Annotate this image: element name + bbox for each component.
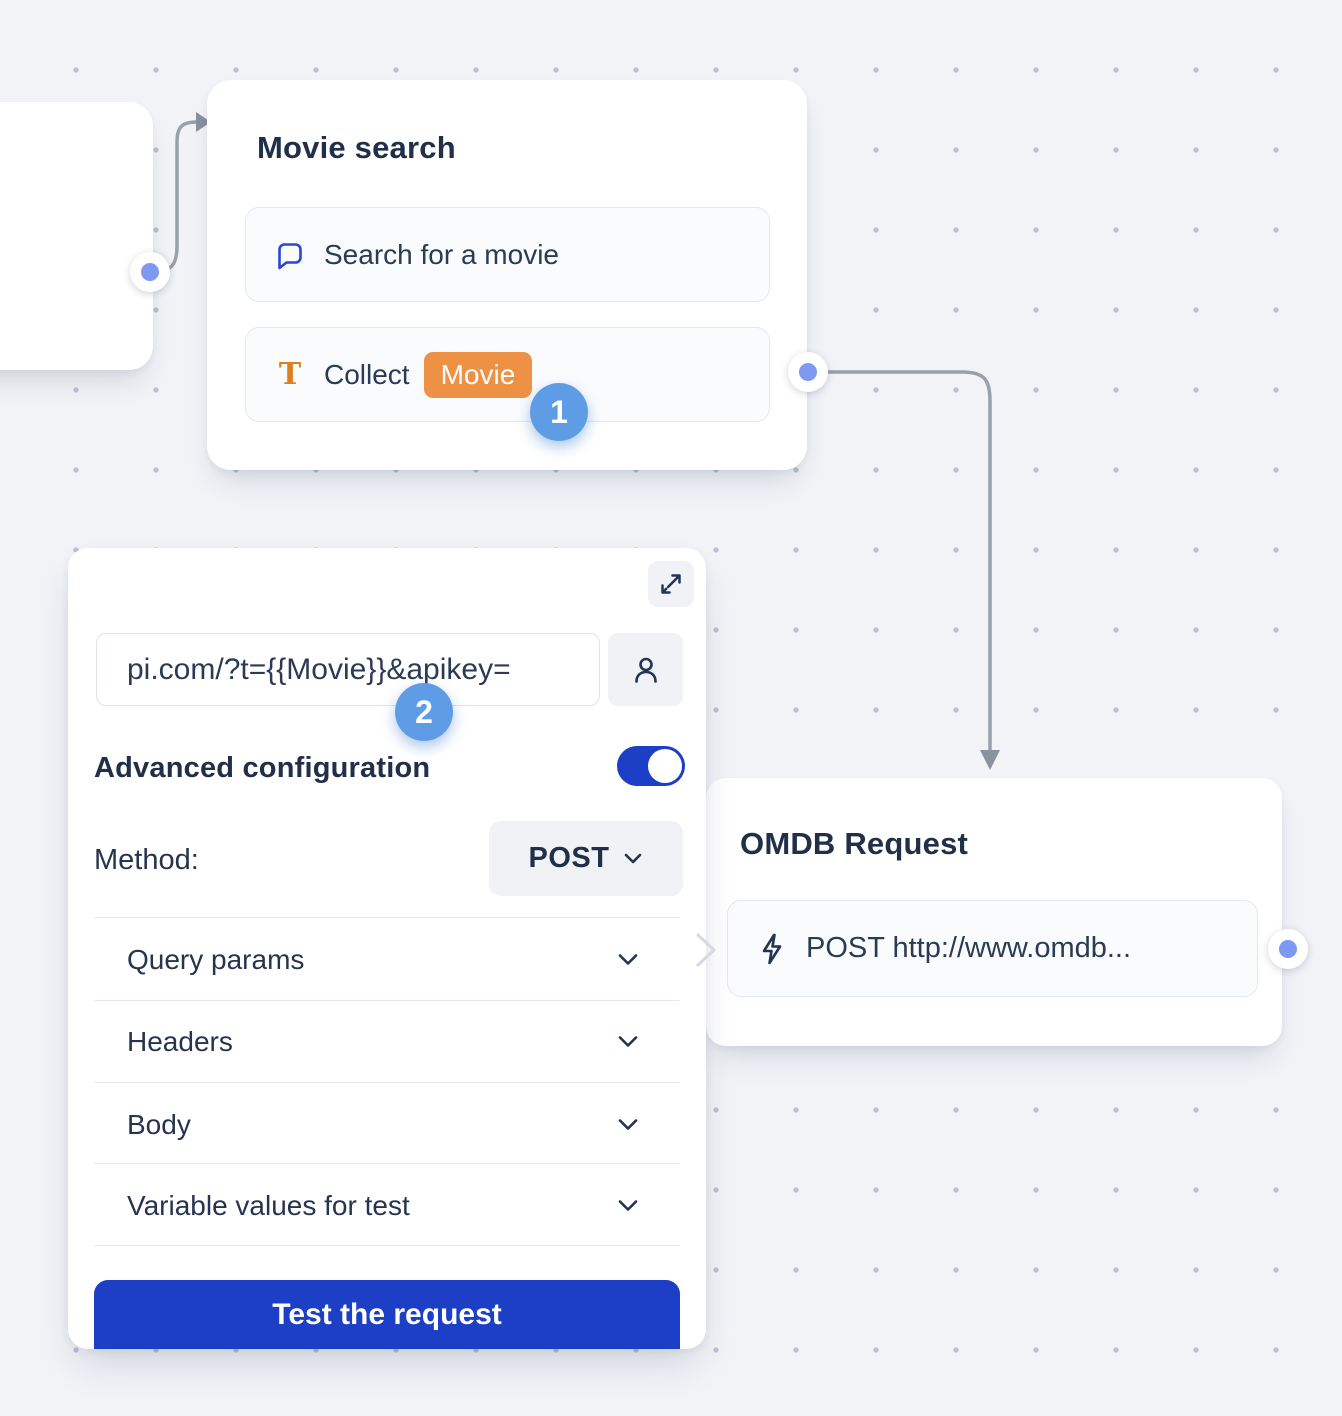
message-row[interactable]: Search for a movie [245,207,770,302]
variable-insert-button[interactable] [608,633,683,706]
omdb-request-node[interactable]: OMDB Request POST http://www.omdb... [706,778,1282,1046]
chevron-down-icon [616,1198,640,1214]
collect-row-label: Collect [324,359,410,391]
divider [94,1163,680,1164]
toggle-knob [648,749,682,783]
input-notch-omdb [694,932,720,968]
divider [94,917,680,918]
port-dot [1279,940,1297,958]
step-badge-1: 1 [530,383,588,441]
previous-node-card[interactable] [0,102,153,370]
node-title: OMDB Request [740,826,968,862]
movie-search-node[interactable]: Movie search Search for a movie T Collec… [207,80,807,470]
webhook-row[interactable]: POST http://www.omdb... [727,900,1258,997]
section-label: Query params [127,944,304,976]
person-icon [628,652,664,688]
section-label: Body [127,1109,191,1141]
divider [94,1245,680,1246]
connector-left-to-movie [152,122,197,272]
section-body[interactable]: Body [94,1096,680,1154]
message-row-label: Search for a movie [324,239,559,271]
chevron-down-icon [616,952,640,968]
method-label: Method: [94,844,199,877]
section-label: Headers [127,1026,233,1058]
chevron-down-icon [616,1117,640,1133]
variable-badge: Movie [424,352,533,398]
section-query-params[interactable]: Query params [94,931,680,989]
test-request-button[interactable]: Test the request [94,1280,680,1349]
collect-row[interactable]: T Collect Movie [245,327,770,422]
chevron-down-icon [616,1034,640,1050]
method-dropdown[interactable]: POST [489,821,683,896]
expand-arrows-icon [654,567,688,601]
expand-button[interactable] [648,561,694,607]
webhook-config-panel: Advanced configuration Method: POST Quer… [68,548,706,1349]
chat-bubble-icon [274,240,306,270]
text-input-icon: T [274,360,306,390]
section-label: Variable values for test [127,1190,410,1222]
output-port-movie-search[interactable] [788,352,828,392]
output-port-previous-node[interactable] [130,252,170,292]
method-value: POST [529,842,610,875]
step-badge-2: 2 [395,683,453,741]
url-input[interactable] [96,633,600,706]
port-dot [141,263,159,281]
divider [94,1000,680,1001]
node-title: Movie search [257,130,456,166]
section-variable-values[interactable]: Variable values for test [94,1177,680,1235]
webhook-row-label: POST http://www.omdb... [806,932,1131,965]
output-port-omdb[interactable] [1268,929,1308,969]
connector-movie-to-omdb [826,372,990,750]
port-dot [799,363,817,381]
section-headers[interactable]: Headers [94,1013,680,1071]
lightning-icon [756,932,788,966]
chevron-down-icon [623,852,643,866]
advanced-configuration-label: Advanced configuration [94,752,430,785]
advanced-configuration-toggle[interactable] [617,746,685,786]
divider [94,1082,680,1083]
flow-canvas[interactable]: Movie search Search for a movie T Collec… [0,0,1342,1416]
connector-arrowhead-down [980,750,1000,770]
